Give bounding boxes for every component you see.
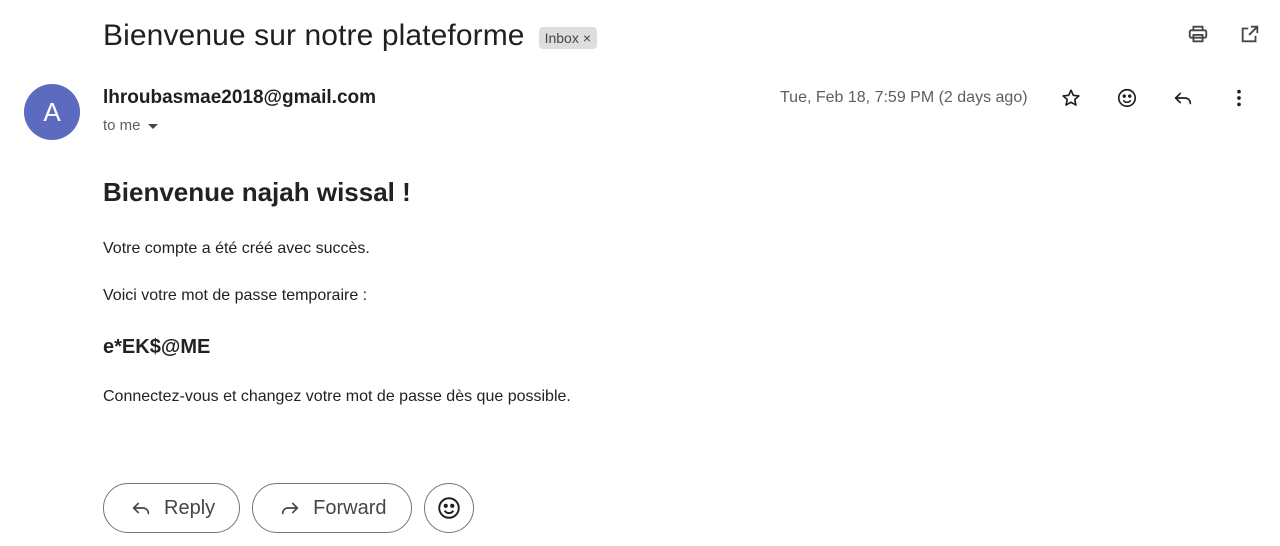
body-line-2: Voici votre mot de passe temporaire : <box>103 287 368 304</box>
label-chip-text: Inbox <box>544 29 579 46</box>
emoji-icon <box>437 497 460 519</box>
inbox-label-chip[interactable]: Inbox × <box>538 26 598 49</box>
chevron-down-icon[interactable] <box>147 124 158 129</box>
body-line-1: Votre compte a été créé avec succès. <box>103 240 370 257</box>
email-date: Tue, Feb 18, 7:59 PM (2 days ago) <box>780 89 1028 106</box>
reply-button-label: Reply <box>164 496 216 519</box>
emoji-icon[interactable] <box>1114 85 1140 111</box>
reply-icon <box>132 502 150 515</box>
temporary-password: e*EK$@ME <box>103 336 211 358</box>
email-subject: Bienvenue sur notre plateforme <box>103 19 525 52</box>
sender-avatar[interactable]: A <box>24 84 80 140</box>
forward-button[interactable]: Forward <box>252 483 412 533</box>
open-in-new-window-icon[interactable] <box>1238 22 1262 46</box>
more-vert-icon[interactable] <box>1226 85 1252 111</box>
star-icon[interactable] <box>1058 85 1084 111</box>
recipient-text: to me <box>103 117 141 134</box>
subject-row: Bienvenue sur notre plateforme Inbox × <box>103 14 598 58</box>
top-actions <box>1186 22 1262 46</box>
body-line-3: Connectez-vous et changez votre mot de p… <box>103 388 571 405</box>
reply-button[interactable]: Reply <box>103 483 241 533</box>
sender-email[interactable]: lhroubasmae2018@gmail.com <box>103 86 376 110</box>
print-icon[interactable] <box>1186 22 1210 46</box>
forward-button-label: Forward <box>313 496 387 519</box>
emoji-react-button[interactable] <box>423 483 474 533</box>
bottom-actions: Reply Forward <box>103 483 474 533</box>
remove-label-icon[interactable]: × <box>583 28 591 48</box>
message-actions <box>1058 85 1252 111</box>
forward-icon <box>281 502 299 515</box>
recipient-details[interactable]: to me <box>103 117 158 134</box>
reply-icon[interactable] <box>1170 85 1196 111</box>
email-view: Bienvenue sur notre plateforme Inbox × A… <box>0 0 1280 546</box>
body-heading: Bienvenue najah wissal ! <box>103 177 411 207</box>
